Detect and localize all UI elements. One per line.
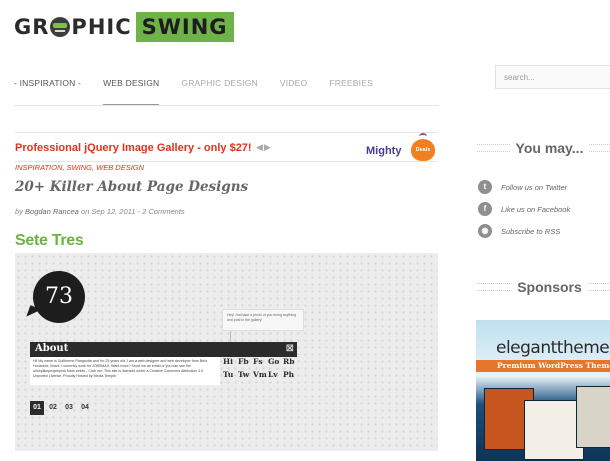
rss-icon: ◉ xyxy=(478,224,492,238)
social-rss[interactable]: ◉ Subscribe to RSS xyxy=(478,224,560,238)
number-bubble: 73 xyxy=(33,271,85,323)
site-logo[interactable]: GR PHIC SWING xyxy=(14,10,234,44)
abbr-cell: Go xyxy=(268,357,280,366)
nav-item-inspiration[interactable]: - Inspiration - xyxy=(14,78,81,105)
post-byline: by Bogdan Rancea on Sep 12, 2011 - 2 Com… xyxy=(15,207,185,216)
about-text: Hi! My name is Guilherme Pangnotta and I… xyxy=(30,357,220,385)
nav-divider xyxy=(14,105,439,106)
ad-title: elegantthemes xyxy=(496,338,610,358)
author-link[interactable]: Bogdan Rancea xyxy=(25,207,79,216)
pager: 01 02 03 04 xyxy=(30,401,92,415)
social-facebook[interactable]: f Like us on Facebook xyxy=(478,202,570,216)
elegant-themes-ad[interactable]: elegantthemes Premium WordPress Themes xyxy=(476,320,610,461)
pager-item: 01 xyxy=(30,401,44,415)
byline-prefix: by xyxy=(15,207,23,216)
abbr-cell: Tu xyxy=(223,370,234,379)
social-label: Subscribe to RSS xyxy=(501,226,561,236)
close-icon: ⊠ xyxy=(285,343,294,354)
sidebar-heading-sponsors: Sponsors xyxy=(477,279,610,299)
sticky-note: Hey! Just take a photo of you doing anyt… xyxy=(222,309,304,331)
mighty-deals-badge: Deals xyxy=(411,139,435,161)
about-label: About xyxy=(35,343,69,354)
mighty-deals-logo[interactable]: Mighty Deals xyxy=(366,133,438,163)
pager-item: 04 xyxy=(81,404,89,411)
sidebar-heading-text: You may... xyxy=(509,140,590,156)
logo-wordmark: GR PHIC xyxy=(14,15,132,39)
nav-item-graphic-design[interactable]: Graphic Design xyxy=(181,78,257,105)
byline-separator: - xyxy=(137,207,141,216)
logo-face-icon xyxy=(50,17,71,37)
logo-text-gr: GR xyxy=(14,15,50,39)
facebook-icon: f xyxy=(478,202,492,216)
logo-swing-box: SWING xyxy=(135,12,234,42)
social-label: Follow us on Twitter xyxy=(501,182,568,192)
abbr-cell: Rb xyxy=(283,357,295,366)
post-categories[interactable]: Inspiration, Swing, Web Design xyxy=(15,163,144,172)
about-bar: About ⊠ xyxy=(30,342,297,357)
abbr-cell: Lv xyxy=(268,370,278,379)
sidebar-heading-you-may: You may... xyxy=(477,140,610,160)
main-nav: - Inspiration - Web Design Graphic Desig… xyxy=(14,78,395,105)
date-prefix: on xyxy=(80,207,90,216)
sidebar-heading-text: Sponsors xyxy=(511,279,588,295)
ad-theme-preview xyxy=(524,400,584,460)
post-date: Sep 12, 2011 xyxy=(91,207,136,216)
nav-item-video[interactable]: Video xyxy=(280,78,307,105)
example-heading: Sete Tres xyxy=(15,232,84,249)
example-screenshot[interactable]: 73 Hey! Just take a photo of you doing a… xyxy=(15,253,438,451)
logo-text-phic: PHIC xyxy=(71,15,132,39)
abbr-cell: Tw xyxy=(238,370,250,379)
pager-item: 03 xyxy=(65,404,73,411)
promo-banner[interactable]: Professional jQuery Image Gallery - only… xyxy=(15,132,438,162)
abbr-cell: Fs xyxy=(253,357,263,366)
promo-arrows-icon[interactable]: ◀▶ xyxy=(256,142,272,153)
comments-link[interactable]: 2 Comments xyxy=(142,207,185,216)
abbr-cell: Vm xyxy=(253,370,267,379)
abbr-cell: Ph xyxy=(283,370,295,379)
social-twitter[interactable]: t Follow us on Twitter xyxy=(478,180,567,194)
abbr-cell: Fb xyxy=(238,357,249,366)
nav-item-freebies[interactable]: Freebies xyxy=(329,78,373,105)
ad-subtitle: Premium WordPress Themes xyxy=(497,361,610,370)
ad-theme-preview xyxy=(576,386,610,448)
post-title[interactable]: 20+ Killer About Page Designs xyxy=(15,179,248,195)
abbr-cell: Hi xyxy=(223,357,233,366)
pager-item: 02 xyxy=(49,404,57,411)
mighty-deals-word: Mighty xyxy=(366,145,402,157)
search-input[interactable]: search... xyxy=(495,65,610,89)
twitter-icon: t xyxy=(478,180,492,194)
promo-link[interactable]: Professional jQuery Image Gallery - only… xyxy=(15,142,252,154)
social-label: Like us on Facebook xyxy=(501,204,571,214)
social-abbr-grid: Hi Fb Fs Go Rb Tu Tw Vm Lv Ph xyxy=(223,357,298,379)
nav-item-web-design[interactable]: Web Design xyxy=(103,78,160,105)
